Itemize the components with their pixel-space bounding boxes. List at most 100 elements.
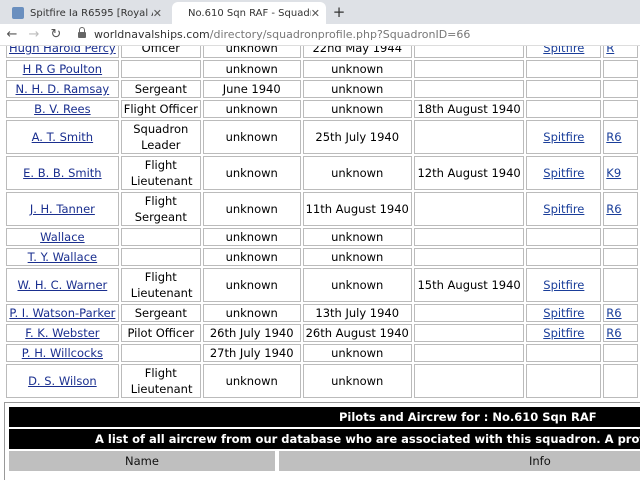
new-tab-plus-icon[interactable]: + [330,3,348,21]
table-cell: R6 [603,192,638,226]
table-cell: Officer [120,46,201,58]
browser-toolbar: ← → ↻ worldnavalships.com/directory/squa… [0,24,640,46]
crew-aircraft-type[interactable]: Spitfire [543,166,584,180]
crew-name-link[interactable]: P. I. Watson-Parker [9,306,115,320]
crew-date-left: unknown [331,278,384,292]
table-cell: unknown [302,80,412,98]
crew-name-link[interactable]: B. V. Rees [34,102,91,116]
table-cell: P. I. Watson-Parker [6,304,119,322]
table-row: P. I. Watson-Parker Sergeant unknown 13th J… [6,304,638,322]
crew-aircraft-serial[interactable]: R6 [606,326,621,340]
table-cell: unknown [302,100,412,118]
table-row: Hugh Harold Percy Officer unknown 22nd May … [6,46,638,58]
tab-squadron[interactable]: No.610 Sqn RAF - Squadron I ✕ [172,2,326,24]
crew-aircraft-type[interactable]: Spitfire [543,130,584,144]
crew-rank: Pilot Officer [127,326,195,340]
table-cell: K9 [603,156,638,190]
table-cell: unknown [202,228,301,246]
page-content: Hugh Harold Percy Officer unknown 22nd May … [0,46,640,480]
table-row: J. H. Tanner Flight Sergeant unknown 11th A… [6,192,638,226]
table-cell [526,248,602,266]
crew-aircraft-serial[interactable]: K9 [606,166,621,180]
crew-name-link[interactable]: Wallace [40,230,85,244]
reload-icon[interactable]: ↻ [48,26,64,44]
table-cell: Flight Lieutenant [120,268,201,302]
crew-rank: Flight Lieutenant [130,366,193,396]
crew-date-left: unknown [331,102,384,116]
crew-name-link[interactable]: P. H. Willcocks [22,346,103,360]
crew-aircraft-type[interactable]: Spitfire [543,278,584,292]
table-cell: unknown [302,364,412,398]
table-cell: unknown [202,156,301,190]
crew-name-link[interactable]: A. T. Smith [32,130,93,144]
crew-date-joined: unknown [225,306,278,320]
crew-name-link[interactable]: N. H. D. Ramsay [16,82,110,96]
crew-rank: Squadron Leader [133,122,189,152]
table-cell: P. H. Willcocks [6,344,119,362]
crew-aircraft-type[interactable]: Spitfire [543,326,584,340]
crew-name-link[interactable]: W. H. C. Warner [17,278,107,292]
table-cell: 27th July 1940 [202,344,301,362]
table-cell [526,228,602,246]
table-cell: unknown [202,60,301,78]
back-arrow-icon[interactable]: ← [4,26,20,44]
table-cell: Pilot Officer [120,324,201,342]
table-cell: unknown [302,60,412,78]
table-cell: unknown [202,192,301,226]
section-description: A list of all aircrew from our database … [9,429,640,449]
forward-arrow-icon[interactable]: → [26,26,42,44]
crew-name-link[interactable]: Hugh Harold Percy [9,46,116,55]
crew-date-left: 22nd May 1944 [312,46,403,55]
crew-name-link[interactable]: T. Y. Wallace [28,250,98,264]
table-cell: 13th July 1940 [302,304,412,322]
table-row: W. H. C. Warner Flight Lieutenant unknown u… [6,268,638,302]
favicon-icon [12,7,24,19]
crew-date-left: 26th August 1940 [305,326,409,340]
crew-aircraft-serial[interactable]: R6 [606,202,621,216]
crew-aircraft-serial[interactable]: R6 [606,306,621,320]
table-cell: H R G Poulton [6,60,119,78]
crew-name-link[interactable]: J. H. Tanner [30,202,95,216]
table-cell [413,192,525,226]
crew-name-link[interactable]: D. S. Wilson [28,374,97,388]
address-bar[interactable]: worldnavalships.com/directory/squadronpr… [94,28,470,41]
crew-name-link[interactable]: F. K. Webster [25,326,99,340]
crew-aircraft-type[interactable]: Spitfire [543,46,584,55]
close-icon[interactable]: ✕ [311,7,320,20]
column-header-info: Info [279,451,640,471]
tab-title: Spitfire Ia R6595 [Royal Air F [30,7,153,19]
table-cell: Spitfire [526,156,602,190]
close-icon[interactable]: ✕ [153,7,162,20]
crew-name-link[interactable]: H R G Poulton [23,62,102,76]
table-row: B. V. Rees Flight Officer unknown unknown 18… [6,100,638,118]
lock-icon[interactable] [78,27,86,39]
crew-date-left: unknown [331,346,384,360]
table-row: P. H. Willcocks 27th July 1940 unknown [6,344,638,362]
crew-date-joined: unknown [225,130,278,144]
table-cell [603,248,638,266]
table-row: A. T. Smith Squadron Leader unknown 25th Ju… [6,120,638,154]
crew-aircraft-type[interactable]: Spitfire [543,202,584,216]
table-cell: R [603,46,638,58]
table-cell: Flight Lieutenant [120,364,201,398]
table-cell: Spitfire [526,268,602,302]
table-cell: R6 [603,120,638,154]
table-cell [526,364,602,398]
crew-aircraft-serial[interactable]: R6 [606,130,621,144]
crew-rank: Sergeant [134,82,187,96]
tab-spitfire[interactable]: Spitfire Ia R6595 [Royal Air F ✕ [8,2,168,24]
crew-name-link[interactable]: E. B. B. Smith [23,166,101,180]
crew-date-joined: June 1940 [222,82,281,96]
crew-aircraft-serial[interactable]: R [606,46,614,55]
table-cell [120,248,201,266]
table-cell [120,228,201,246]
table-cell: W. H. C. Warner [6,268,119,302]
table-cell: Spitfire [526,192,602,226]
url-path: /directory/squadronprofile.php?SquadronI… [209,28,471,41]
table-cell: 15th August 1940 [413,268,525,302]
table-cell [120,60,201,78]
table-cell: unknown [202,268,301,302]
crew-aircraft-type[interactable]: Spitfire [543,306,584,320]
table-cell: 26th August 1940 [302,324,412,342]
crew-date-joined: unknown [225,62,278,76]
